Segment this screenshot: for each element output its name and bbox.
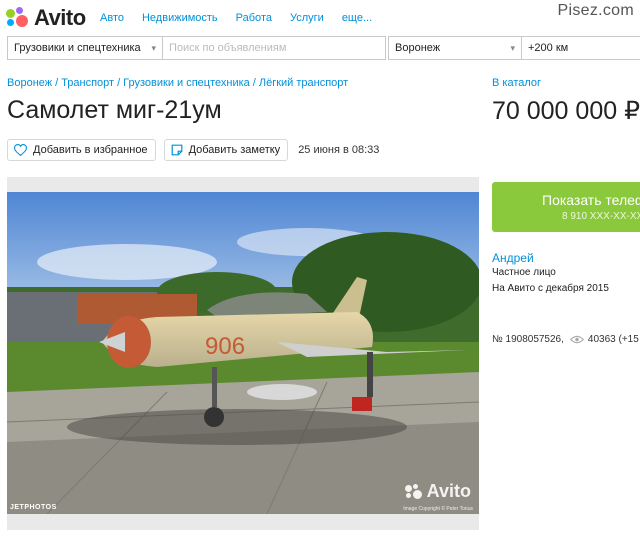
- show-phone-button[interactable]: Показать телефон 8 910 XXX-XX-XX: [492, 182, 640, 232]
- site-watermark: Pisez.com: [557, 2, 634, 19]
- photo-credit: JETPHOTOS: [10, 504, 57, 511]
- breadcrumb: Воронеж / Транспорт / Грузовики и спецтехник…: [7, 77, 348, 89]
- listing-price: 70 000 000 ₽: [492, 97, 640, 125]
- mig21-aircraft-image: 906: [7, 192, 479, 514]
- page-title: Самолет миг-21ум: [7, 96, 222, 124]
- show-phone-label: Показать телефон: [542, 192, 640, 208]
- city-select[interactable]: Воронеж ▾: [388, 36, 522, 60]
- listing-actions: Добавить в избранное Добавить заметку 25…: [7, 139, 379, 161]
- nav-item-services[interactable]: Услуги: [290, 12, 324, 24]
- heart-icon: [14, 144, 27, 156]
- nav-item-auto[interactable]: Авто: [100, 12, 124, 24]
- breadcrumb-item[interactable]: Лёгкий транспорт: [259, 77, 348, 89]
- nav-item-jobs[interactable]: Работа: [236, 12, 272, 24]
- logo-text: Avito: [34, 5, 86, 30]
- seller-type: Частное лицо: [492, 267, 556, 278]
- add-to-favorites-button[interactable]: Добавить в избранное: [7, 139, 156, 161]
- seller-name[interactable]: Андрей: [492, 251, 534, 265]
- city-select-value: Воронеж: [395, 42, 441, 54]
- image-copyright: Image Copyright © Peter Tonus: [403, 506, 473, 512]
- add-to-favorites-label: Добавить в избранное: [33, 144, 148, 156]
- breadcrumb-item[interactable]: Воронеж: [7, 77, 52, 89]
- search-placeholder: Поиск по объявлениям: [169, 42, 287, 54]
- category-select[interactable]: Грузовики и спецтехника ▾: [7, 36, 163, 60]
- category-nav: Авто Недвижимость Работа Услуги еще...: [100, 12, 390, 24]
- nav-item-realty[interactable]: Недвижимость: [142, 12, 218, 24]
- eye-icon: [569, 335, 584, 344]
- listing-photo[interactable]: 906 JETPHOTOS Avito Image Copyright © Pe…: [7, 192, 479, 514]
- listing-date: 25 июня в 08:33: [298, 144, 380, 156]
- photo-watermark-text: Avito: [426, 481, 471, 501]
- category-select-value: Грузовики и спецтехника: [14, 42, 141, 54]
- photo-watermark: Avito: [404, 481, 471, 502]
- catalog-link[interactable]: В каталог: [492, 77, 541, 89]
- breadcrumb-item[interactable]: Грузовики и спецтехника: [123, 77, 250, 89]
- views-count: 40363 (+15: [587, 334, 639, 345]
- note-icon: [171, 144, 182, 156]
- listing-stats: № 1908057526, 40363 (+15: [492, 334, 639, 345]
- nav-item-more[interactable]: еще...: [342, 12, 372, 24]
- search-input[interactable]: Поиск по объявлениям: [163, 36, 386, 60]
- add-note-button[interactable]: Добавить заметку: [163, 139, 289, 161]
- masked-phone: 8 910 XXX-XX-XX: [562, 211, 640, 222]
- top-navigation: Avito Авто Недвижимость Работа Услуги ещ…: [0, 0, 640, 34]
- breadcrumb-separator: /: [55, 77, 59, 89]
- avito-logo[interactable]: Avito: [6, 5, 86, 31]
- breadcrumb-separator: /: [117, 77, 121, 89]
- avito-logo-icon: [6, 7, 30, 29]
- chevron-down-icon: ▾: [151, 43, 156, 53]
- radius-select-value: +200 км: [528, 42, 569, 54]
- avito-watermark-icon: [404, 483, 423, 500]
- add-note-label: Добавить заметку: [188, 144, 281, 156]
- breadcrumb-item[interactable]: Транспорт: [61, 77, 114, 89]
- search-bar: Грузовики и спецтехника ▾ Поиск по объяв…: [7, 36, 640, 60]
- seller-since: На Авито с декабря 2015: [492, 283, 609, 294]
- breadcrumb-separator: /: [252, 77, 256, 89]
- tail-number: 906: [205, 333, 245, 360]
- chevron-down-icon: ▾: [510, 43, 515, 53]
- radius-select[interactable]: +200 км: [522, 36, 640, 60]
- listing-id: № 1908057526,: [492, 334, 564, 345]
